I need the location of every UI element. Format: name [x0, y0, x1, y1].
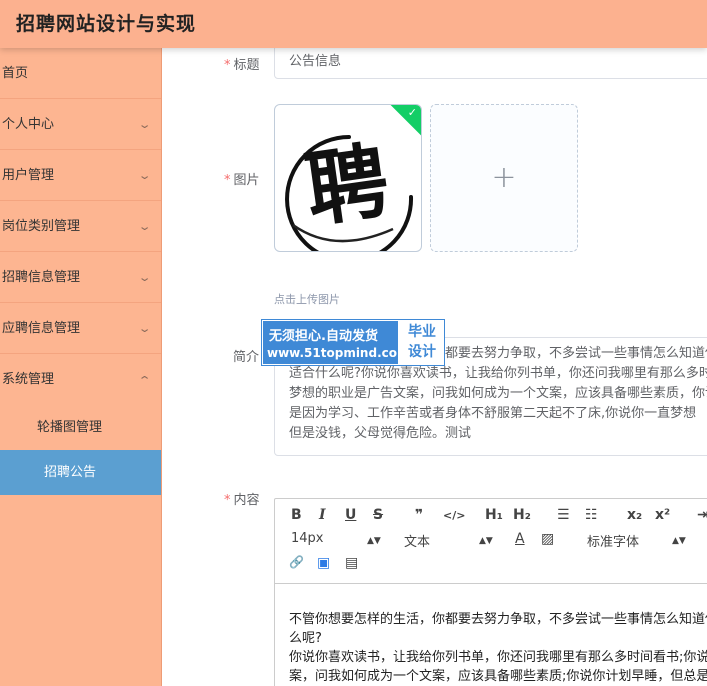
upload-tip: 点击上传图片	[274, 293, 340, 306]
sidebar-item-job-category[interactable]: 岗位类别管理 ⌄	[0, 201, 161, 252]
uploaded-image-glyph: 聘	[299, 132, 395, 240]
intro-line: 是因为学习、工作辛苦或者身体不舒服第二天起不了床,你说你一直梦想	[289, 406, 697, 421]
heading-2-button[interactable]: H₂	[513, 507, 531, 523]
font-size-select[interactable]: 14px	[291, 531, 324, 546]
subscript-button[interactable]: x₂	[627, 507, 642, 523]
code-button[interactable]: </>	[443, 507, 465, 525]
bold-button[interactable]: B	[291, 507, 302, 523]
title-label-text: 标题	[233, 58, 260, 73]
sidebar-item-personal-center[interactable]: 个人中心 ⌄	[0, 99, 161, 150]
content-label: * 内容	[224, 489, 260, 508]
chevron-down-icon: ⌄	[137, 118, 152, 131]
watermark-right2: 设计	[408, 344, 436, 360]
editor-body[interactable]: 不管你想要怎样的生活，你都要去努力争取，不多尝试一些事情怎么知道你适合什 么呢?…	[275, 584, 707, 686]
superscript-button[interactable]: x²	[655, 507, 670, 523]
sidebar-subitem-label: 招聘公告	[44, 465, 97, 480]
chevron-down-icon: ⌄	[137, 271, 152, 284]
editor-toolbar: B I U S ❞ </> H₁ H₂ ☰ ☷ x₂ x² ⇥ 14px ▲▼ …	[275, 499, 707, 584]
plus-icon: +	[491, 160, 517, 195]
text-type-select[interactable]: 文本	[404, 531, 430, 550]
title-input[interactable]: 公告信息	[274, 48, 707, 79]
sidebar-item-label: 应聘信息管理	[2, 321, 81, 336]
bullet-list-button[interactable]: ☷	[585, 507, 598, 523]
updown-icon: ▲▼	[479, 536, 493, 546]
sidebar-item-label: 岗位类别管理	[2, 219, 81, 234]
editor-line: 案，问我如何成为一个文案，应该具备哪些素质;你说你计划早睡，但总是	[289, 669, 707, 684]
heading-1-button[interactable]: H₁	[485, 507, 503, 523]
sidebar-subitem-carousel[interactable]: 轮播图管理	[0, 405, 161, 450]
watermark-left: 无须担心.自动发货 www.51topmind.com	[263, 321, 410, 364]
required-mark: *	[224, 493, 231, 508]
intro-line: 适合什么呢?你说你喜欢读书，让我给你列书单，你还问我哪里有那么多时间	[289, 366, 707, 381]
indent-button[interactable]: ⇥	[697, 507, 707, 523]
ordered-list-button[interactable]: ☰	[557, 507, 570, 523]
sidebar-item-user-management[interactable]: 用户管理 ⌄	[0, 150, 161, 201]
updown-icon: ▲▼	[672, 536, 686, 546]
sidebar-item-application-info[interactable]: 应聘信息管理 ⌄	[0, 303, 161, 354]
font-family-select[interactable]: 标准字体	[587, 531, 639, 550]
watermark-right: 毕业 设计	[401, 322, 443, 362]
editor-line: 么呢?	[289, 631, 322, 646]
blockquote-button[interactable]: ❞	[415, 507, 423, 523]
underline-button[interactable]: U	[345, 507, 356, 523]
app-header: 招聘网站设计与实现	[0, 0, 707, 48]
watermark-line2: www.51topmind.com	[267, 346, 410, 360]
watermark-right1: 毕业	[408, 324, 436, 340]
sidebar-item-home[interactable]: 首页	[0, 48, 161, 99]
image-icon[interactable]: ▣	[317, 555, 330, 571]
add-image-button[interactable]: +	[430, 104, 578, 252]
sidebar-subitem-announcement[interactable]: 招聘公告	[0, 450, 161, 495]
chevron-down-icon: ⌄	[137, 220, 152, 233]
intro-label: 简介	[233, 350, 260, 365]
main-form-area: * 标题 公告信息 * 图片 聘 ✓ + 点击上传图片 简介 不管你想要怎样的生活，…	[162, 48, 707, 686]
sidebar-subitem-label: 轮播图管理	[37, 420, 103, 435]
link-icon[interactable]: 🔗	[289, 555, 304, 569]
title-input-value: 公告信息	[289, 54, 342, 69]
intro-line: 但是没钱，父母觉得危险。测试	[289, 426, 472, 441]
title-label: * 标题	[224, 54, 260, 73]
sidebar-item-label: 个人中心	[2, 117, 55, 132]
check-icon: ✓	[407, 106, 417, 119]
sidebar-item-label: 招聘信息管理	[2, 270, 81, 285]
watermark-badge: 无须担心.自动发货 www.51topmind.com 毕业 设计	[261, 319, 445, 366]
editor-line: 不管你想要怎样的生活，你都要去努力争取，不多尝试一些事情怎么知道你适合什	[289, 612, 707, 627]
app-title: 招聘网站设计与实现	[16, 13, 197, 35]
content-label-text: 内容	[233, 493, 260, 508]
sidebar-item-recruitment-info[interactable]: 招聘信息管理 ⌄	[0, 252, 161, 303]
intro-line: 梦想的职业是广告文案，问我如何成为一个文案，应该具备哪些素质，你说	[289, 386, 707, 401]
background-color-button[interactable]: ▨	[541, 531, 554, 547]
chevron-down-icon: ⌄	[137, 169, 152, 182]
sidebar: 首页 个人中心 ⌄ 用户管理 ⌄ 岗位类别管理 ⌄ 招聘信息管理 ⌄ 应聘信息管…	[0, 48, 162, 686]
font-color-button[interactable]: A	[515, 531, 525, 547]
sidebar-item-label: 用户管理	[2, 168, 55, 183]
image-label: * 图片	[224, 169, 260, 188]
required-mark: *	[224, 58, 231, 73]
strikethrough-button[interactable]: S	[373, 507, 383, 523]
watermark-line1: 无须担心.自动发货	[269, 329, 378, 344]
required-mark: *	[224, 173, 231, 188]
video-icon[interactable]: ▤	[345, 555, 358, 571]
image-label-text: 图片	[233, 173, 260, 188]
sidebar-item-label: 系统管理	[2, 372, 55, 387]
uploaded-image-card[interactable]: 聘 ✓	[274, 104, 422, 252]
chevron-down-icon: ⌄	[137, 322, 152, 335]
sidebar-item-system-management[interactable]: 系统管理 ⌄	[0, 354, 161, 405]
updown-icon: ▲▼	[367, 536, 381, 546]
rich-text-editor[interactable]: B I U S ❞ </> H₁ H₂ ☰ ☷ x₂ x² ⇥ 14px ▲▼ …	[274, 498, 707, 686]
editor-line: 你说你喜欢读书，让我给你列书单，你还问我哪里有那么多时间看书;你说	[289, 650, 707, 665]
sidebar-item-label: 首页	[2, 66, 29, 81]
italic-button[interactable]: I	[319, 507, 326, 523]
chevron-up-icon: ⌄	[137, 373, 152, 386]
